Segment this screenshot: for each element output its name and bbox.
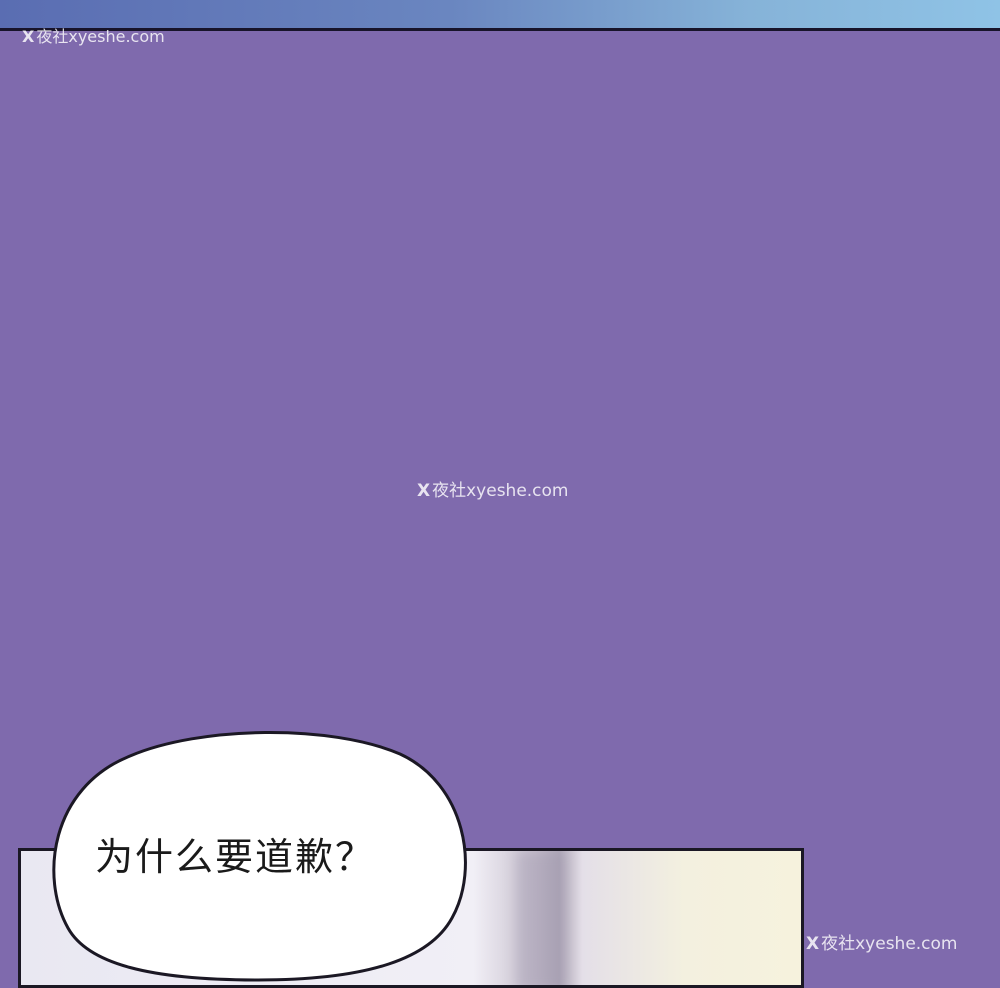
comic-page: 为什么要道歉？ X 夜社xyeshe.com X 夜社xyeshe.com X 夜社x… [0,0,1000,988]
watermark-x-icon: X [22,27,35,46]
watermark-center: X 夜社xyeshe.com [417,481,569,501]
scene-blur-object [516,851,566,985]
watermark-top-left: X 夜社xyeshe.com [22,27,165,46]
speech-bubble-text: 为什么要道歉？ [94,835,375,879]
watermark-x-icon: X [417,481,431,501]
watermark-bottom-right: X 夜社xyeshe.com [806,934,958,954]
watermark-x-icon: X [806,934,820,954]
